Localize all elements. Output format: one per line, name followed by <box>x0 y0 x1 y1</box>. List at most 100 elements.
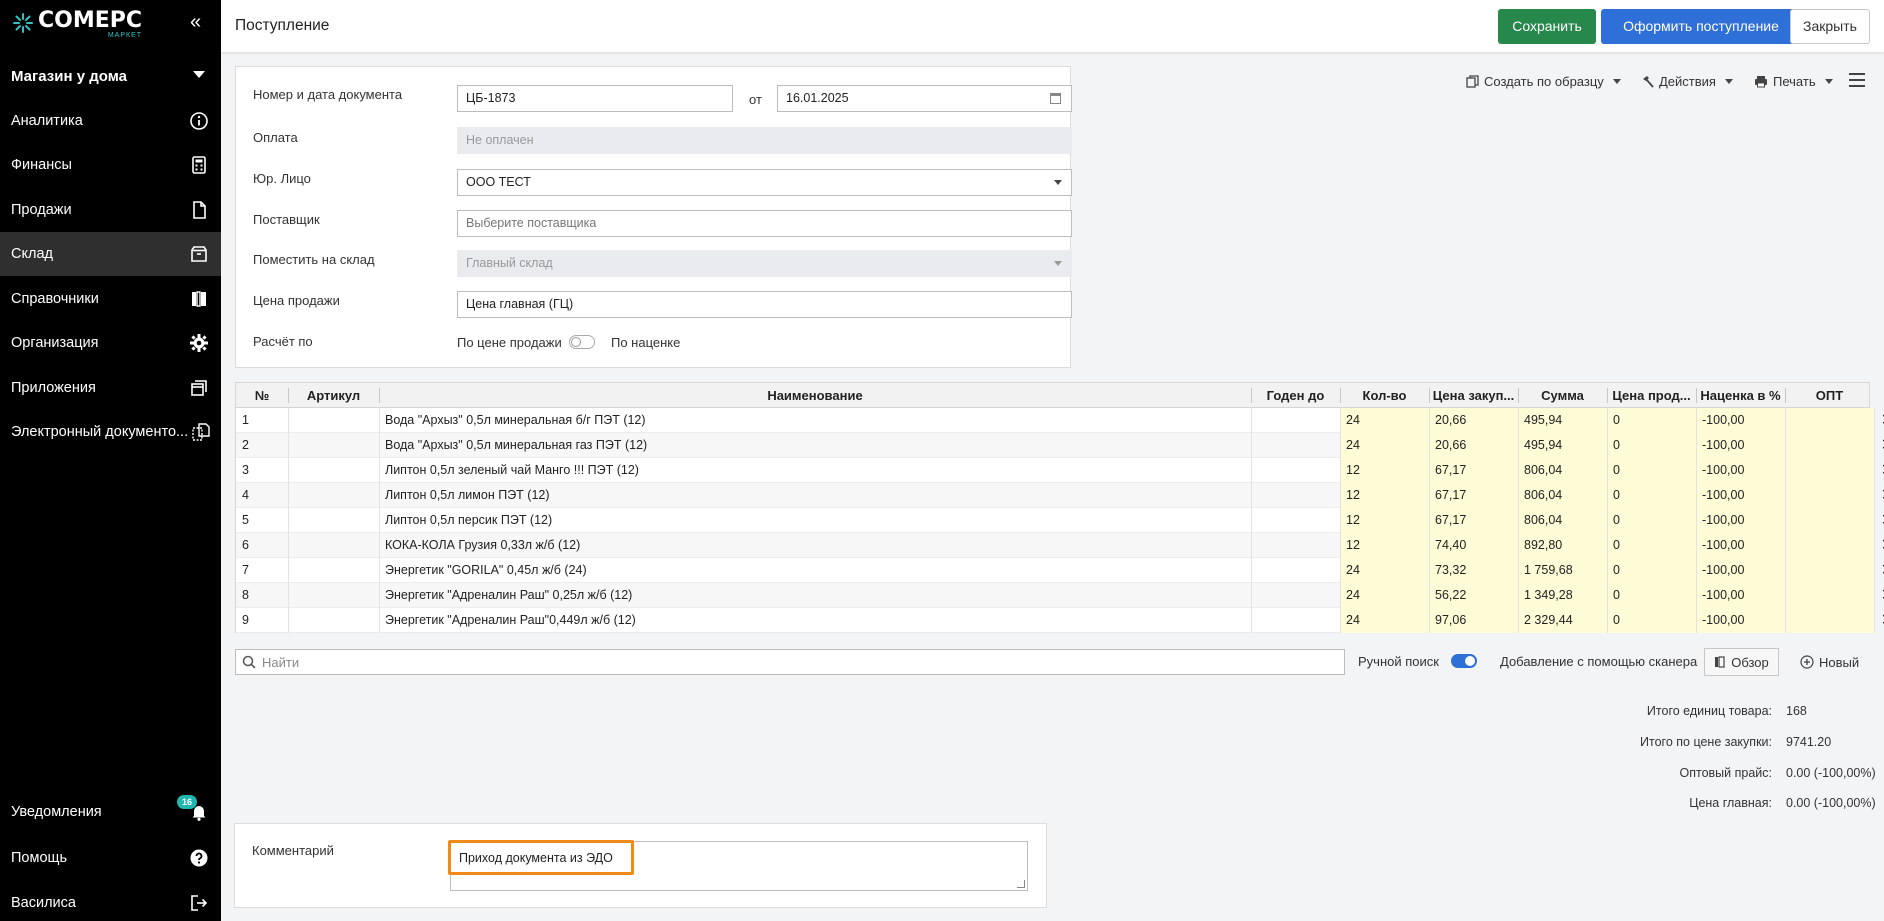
new-item-button[interactable]: Новый <box>1800 652 1859 672</box>
save-button[interactable]: Сохранить <box>1498 9 1596 44</box>
col-sum-cell[interactable]: 1 349,28 <box>1518 583 1607 608</box>
item-search[interactable] <box>235 649 1345 675</box>
col-qty-cell[interactable]: 12 <box>1340 533 1429 558</box>
delete-row-icon[interactable]: ✕ <box>1876 558 1884 583</box>
nav-item-organization[interactable]: Организация <box>0 321 221 365</box>
col-sale-price-cell[interactable]: 0 <box>1607 483 1696 508</box>
column-separator[interactable] <box>1429 388 1430 403</box>
delete-row-icon[interactable]: ✕ <box>1876 583 1884 608</box>
col-wholesale-cell[interactable] <box>1785 533 1874 558</box>
col-qty-cell[interactable]: 12 <box>1340 483 1429 508</box>
logout-icon[interactable] <box>189 893 209 913</box>
col-name-header[interactable]: Наименование <box>379 383 1251 408</box>
menu-icon[interactable] <box>1849 73 1865 87</box>
nav-item-sales[interactable]: Продажи <box>0 188 221 232</box>
col-sale-price-cell[interactable]: 0 <box>1607 508 1696 533</box>
col-cost-cell[interactable]: 97,06 <box>1429 608 1518 633</box>
nav-item-edo[interactable]: Электронный документо... <box>0 410 221 454</box>
col-sum-cell[interactable]: 806,04 <box>1518 483 1607 508</box>
column-separator[interactable] <box>1785 388 1786 403</box>
col-qty-header[interactable]: Кол-во <box>1340 383 1429 408</box>
calc-mode-toggle[interactable] <box>569 335 595 349</box>
calendar-icon[interactable] <box>1050 93 1061 104</box>
nav-item-warehouse[interactable]: Склад <box>0 232 221 276</box>
col-cost-cell[interactable]: 20,66 <box>1429 433 1518 458</box>
resize-handle-icon[interactable] <box>1017 880 1025 888</box>
col-sale-price-cell[interactable]: 0 <box>1607 533 1696 558</box>
table-row[interactable]: 3 Липтон 0,5л зеленый чай Манго !!! ПЭТ (… <box>236 458 1884 483</box>
col-qty-cell[interactable]: 24 <box>1340 583 1429 608</box>
col-qty-cell[interactable]: 24 <box>1340 608 1429 633</box>
browse-button[interactable]: Обзор <box>1704 648 1779 676</box>
col-sale-price-cell[interactable]: 0 <box>1607 608 1696 633</box>
create-by-sample-menu[interactable]: Создать по образцу <box>1466 72 1621 90</box>
col-markup-cell[interactable]: -100,00 <box>1696 558 1785 583</box>
delete-row-icon[interactable]: ✕ <box>1876 458 1884 483</box>
col-sku-header[interactable]: Артикул <box>288 383 379 408</box>
delete-row-icon[interactable]: ✕ <box>1876 408 1884 433</box>
col-wholesale-cell[interactable] <box>1785 608 1874 633</box>
col-sale-price-cell[interactable]: 0 <box>1607 408 1696 433</box>
nav-item-directories[interactable]: Справочники <box>0 277 221 321</box>
column-separator[interactable] <box>288 388 289 403</box>
doc-date-input[interactable]: 16.01.2025 <box>777 85 1072 112</box>
table-row[interactable]: 8 Энергетик "Адреналин Раш" 0,25л ж/б (12… <box>236 583 1884 608</box>
col-sum-cell[interactable]: 2 329,44 <box>1518 608 1607 633</box>
store-selector[interactable]: Магазин у дома <box>0 58 221 94</box>
table-row[interactable]: 2 Вода "Архыз" 0,5л минеральная газ ПЭТ (… <box>236 433 1884 458</box>
col-sale-price-cell[interactable]: 0 <box>1607 583 1696 608</box>
col-wholesale-cell[interactable] <box>1785 433 1874 458</box>
col-expiry-header[interactable]: Годен до <box>1251 383 1340 408</box>
col-qty-cell[interactable]: 12 <box>1340 508 1429 533</box>
table-row[interactable]: 6 КОКА-КОЛА Грузия 0,33л ж/б (12) 12 74,40 8… <box>236 533 1884 558</box>
table-row[interactable]: 5 Липтон 0,5л персик ПЭТ (12) 12 67,17 806,0… <box>236 508 1884 533</box>
col-markup-cell[interactable]: -100,00 <box>1696 458 1785 483</box>
search-input[interactable] <box>262 653 1332 671</box>
table-row[interactable]: 9 Энергетик "Адреналин Раш"0,449л ж/б (12… <box>236 608 1884 633</box>
col-qty-cell[interactable]: 24 <box>1340 558 1429 583</box>
col-qty-cell[interactable]: 24 <box>1340 408 1429 433</box>
col-wholesale-cell[interactable] <box>1785 583 1874 608</box>
column-separator[interactable] <box>1251 388 1252 403</box>
col-cost-cell[interactable]: 73,32 <box>1429 558 1518 583</box>
col-wholesale-cell[interactable] <box>1785 558 1874 583</box>
col-cost-cell[interactable]: 67,17 <box>1429 458 1518 483</box>
col-markup-cell[interactable]: -100,00 <box>1696 508 1785 533</box>
close-button[interactable]: Закрыть <box>1790 9 1870 44</box>
collapse-sidebar-icon[interactable]: « <box>190 12 210 32</box>
col-markup-cell[interactable]: -100,00 <box>1696 533 1785 558</box>
col-cost-cell[interactable]: 67,17 <box>1429 508 1518 533</box>
col-sum-cell[interactable]: 495,94 <box>1518 408 1607 433</box>
column-separator[interactable] <box>379 388 380 403</box>
col-cost-cell[interactable]: 20,66 <box>1429 408 1518 433</box>
col-markup-cell[interactable]: -100,00 <box>1696 408 1785 433</box>
col-markup-cell[interactable]: -100,00 <box>1696 608 1785 633</box>
col-wholesale-cell[interactable] <box>1785 508 1874 533</box>
nav-item-finance[interactable]: Финансы <box>0 143 221 187</box>
nav-item-analytics[interactable]: Аналитика <box>0 99 221 143</box>
nav-item-help[interactable]: Помощь <box>0 836 221 880</box>
print-menu[interactable]: Печать <box>1754 72 1833 90</box>
col-markup-cell[interactable]: -100,00 <box>1696 483 1785 508</box>
nav-item-user[interactable]: Василиса <box>0 881 221 921</box>
col-wholesale-cell[interactable] <box>1785 408 1874 433</box>
manual-search-toggle[interactable] <box>1451 654 1477 668</box>
col-sale-price-cell[interactable]: 0 <box>1607 458 1696 483</box>
delete-row-icon[interactable]: ✕ <box>1876 483 1884 508</box>
col-sum-cell[interactable]: 806,04 <box>1518 508 1607 533</box>
doc-number-input[interactable]: ЦБ-1873 <box>457 85 733 112</box>
col-sum-cell[interactable]: 806,04 <box>1518 458 1607 483</box>
column-separator[interactable] <box>1518 388 1519 403</box>
issue-receipt-button[interactable]: Оформить поступление <box>1601 9 1801 44</box>
sale-price-field[interactable]: Цена главная (ГЦ) <box>457 291 1072 318</box>
col-wholesale-cell[interactable] <box>1785 458 1874 483</box>
col-sum-header[interactable]: Сумма <box>1518 383 1607 408</box>
col-markup-cell[interactable]: -100,00 <box>1696 583 1785 608</box>
table-row[interactable]: 4 Липтон 0,5л лимон ПЭТ (12) 12 67,17 806,04… <box>236 483 1884 508</box>
col-qty-cell[interactable]: 24 <box>1340 433 1429 458</box>
col-sum-cell[interactable]: 1 759,68 <box>1518 558 1607 583</box>
col-qty-cell[interactable]: 12 <box>1340 458 1429 483</box>
column-separator[interactable] <box>1607 388 1608 403</box>
table-row[interactable]: 7 Энергетик "GORILA" 0,45л ж/б (24) 24 73,3… <box>236 558 1884 583</box>
column-separator[interactable] <box>1340 388 1341 403</box>
